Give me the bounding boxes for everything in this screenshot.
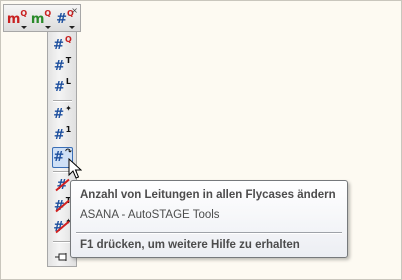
dropdown-arrow-icon (45, 26, 51, 29)
tooltip: Anzahl von Leitungen in allen Flycases ä… (70, 180, 348, 258)
one-label: 1 (65, 125, 72, 134)
mouse-cursor-icon (68, 158, 82, 179)
hash-icon: # (53, 150, 65, 165)
tooltip-description: ASANA - AutoSTAGE Tools (80, 209, 220, 221)
q-label: Q (65, 35, 72, 44)
m-q-red-button[interactable]: mQ (6, 8, 28, 30)
hash-l-tool-button[interactable]: # L (52, 77, 73, 98)
m-glyph: m (6, 11, 21, 27)
m-q-green-button[interactable]: mQ (30, 8, 52, 30)
tooltip-title: Anzahl von Leitungen in allen Flycases ä… (80, 189, 336, 201)
hash-icon: # (53, 107, 65, 122)
m-glyph: m (30, 11, 45, 27)
hash-icon: # (53, 59, 65, 74)
hash-t-tool-button[interactable]: # T (52, 56, 73, 77)
close-icon[interactable]: × (71, 6, 78, 15)
t-label: T (65, 56, 72, 65)
rotate-arrow-icon: ↷ (65, 147, 72, 156)
q-superscript: Q (20, 8, 28, 18)
q-superscript: Q (44, 8, 52, 18)
toolbar-separator (53, 100, 72, 102)
tooltip-help: F1 drücken, um weitere Hilfe zu erhalten (80, 239, 300, 251)
dropdown-arrow-icon (21, 26, 27, 29)
hash-add-tool-button[interactable]: # ✦ (52, 104, 73, 125)
l-label: L (65, 77, 71, 86)
hash-icon: # (53, 38, 65, 53)
dropdown-arrow-icon (69, 26, 75, 29)
hash-glyph: # (56, 11, 68, 27)
sparkle-icon: ✦ (65, 104, 72, 113)
hash-one-tool-button[interactable]: #1 (52, 125, 73, 146)
top-toolbar: mQ mQ # Q × (3, 4, 81, 32)
hash-icon: # (53, 128, 65, 143)
tooltip-divider (76, 232, 342, 234)
pin-icon[interactable] (55, 252, 69, 262)
hash-icon: # (53, 80, 65, 95)
hash-q-tool-button[interactable]: # Q (52, 35, 73, 56)
